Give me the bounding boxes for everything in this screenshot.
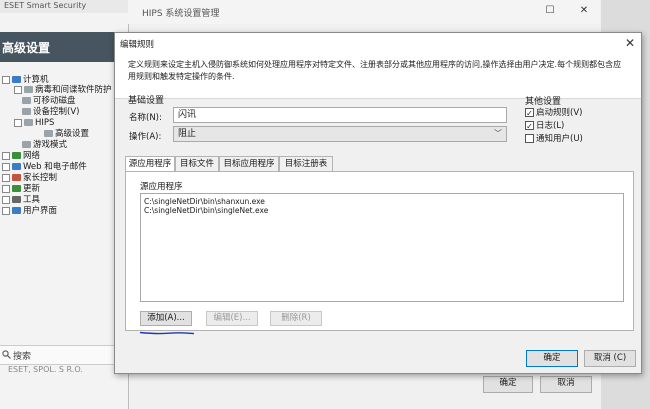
name-label: 名称(N):: [129, 113, 162, 123]
expand-toggle-icon[interactable]: [2, 206, 10, 215]
tree-item-label: 工具: [23, 195, 41, 205]
cancel-button[interactable]: 取消 (C): [584, 350, 636, 367]
log-label: 日志(L): [536, 121, 565, 131]
tab-panel: 源应用程序 C:\singleNetDir\bin\shanxun.exe C:…: [125, 171, 634, 331]
expand-toggle-icon[interactable]: [2, 173, 10, 182]
action-label: 操作(A):: [129, 132, 162, 142]
edit-rule-title: 编辑规则: [120, 40, 155, 50]
checkbox-enable-rule[interactable]: ✓: [525, 108, 534, 118]
eset-header: 高级设置: [0, 32, 132, 62]
checkbox-log[interactable]: ✓: [525, 121, 534, 131]
notify-user-checkbox[interactable]: 通知用户(U): [525, 132, 583, 144]
tree-item-label: 游戏模式: [33, 140, 68, 150]
web-icon: [12, 163, 21, 170]
expand-toggle-icon[interactable]: [2, 162, 10, 171]
enable-rule-label: 启动规则(V): [536, 108, 583, 118]
tree-item-label: 可移动磁盘: [33, 96, 76, 106]
device-icon: [22, 108, 31, 115]
enable-rule-checkbox[interactable]: ✓ 启动规则(V): [525, 106, 582, 118]
action-select-value: 阻止: [178, 129, 197, 139]
search-icon: [2, 350, 11, 359]
search-box[interactable]: 搜索: [0, 345, 118, 365]
eset-footer: ESET, SPOL. S R.O.: [0, 364, 120, 376]
expand-toggle-icon[interactable]: [14, 118, 22, 127]
source-app-group-label: 源应用程序: [140, 182, 183, 192]
edit-button[interactable]: 编辑(E)...: [206, 311, 258, 326]
shield-icon: [24, 86, 33, 93]
delete-button[interactable]: 删除(R): [270, 311, 322, 326]
log-checkbox[interactable]: ✓ 日志(L): [525, 119, 564, 131]
chevron-down-icon: ﹀: [494, 129, 502, 138]
checkbox-notify-user[interactable]: [525, 134, 534, 143]
tab-target-applications[interactable]: 目标应用程序: [219, 156, 279, 171]
disk-icon: [22, 97, 31, 104]
tree-item-label: HIPS: [35, 118, 55, 128]
expand-toggle-icon[interactable]: [2, 75, 10, 84]
update-icon: [12, 185, 21, 192]
close-icon[interactable]: ✕: [625, 36, 635, 50]
close-icon[interactable]: ✕: [578, 5, 590, 17]
tree-item-label: 用户界面: [23, 206, 58, 216]
tree-item-label: 网络: [23, 151, 41, 161]
expand-toggle-icon[interactable]: [2, 184, 10, 193]
hips-window-title: HIPS 系统设置管理: [142, 9, 220, 19]
hips-ok-button[interactable]: 确定: [483, 376, 533, 393]
eset-header-title: 高级设置: [2, 41, 51, 55]
ui-icon: [12, 207, 21, 214]
edit-rule-titlebar: 编辑规则 ✕: [115, 33, 641, 53]
list-item[interactable]: C:\singleNetDir\bin\shanxun.exe: [144, 197, 265, 206]
tree-item[interactable]: 用户界面: [2, 205, 57, 217]
eset-titlebar: ESET Smart Security: [0, 0, 132, 13]
tree-item-label: 高级设置: [55, 129, 90, 139]
pen-underline-annotation: [139, 331, 195, 335]
hips-cancel-button[interactable]: 取消: [540, 376, 592, 393]
name-field[interactable]: 闪讯: [173, 107, 507, 123]
settings-icon: [44, 130, 53, 137]
tree-item-label: 家长控制: [23, 173, 58, 183]
expand-toggle-icon[interactable]: [2, 195, 10, 204]
tools-icon: [12, 196, 21, 203]
tree-item-label: 设备控制(V): [33, 107, 80, 117]
source-app-list[interactable]: C:\singleNetDir\bin\shanxun.exe C:\singl…: [140, 193, 624, 302]
add-button[interactable]: 添加(A)...: [140, 311, 192, 326]
network-icon: [12, 152, 21, 159]
tree-item-label: Web 和电子邮件: [23, 162, 87, 172]
game-icon: [22, 141, 31, 148]
tab-target-files[interactable]: 目标文件: [175, 156, 219, 171]
computer-icon: [12, 76, 21, 83]
description-area: 定义规则来设定主机入侵防御系统如何处理应用程序对特定文件、注册表部分或其他应用程…: [115, 53, 641, 99]
hips-titlebar: HIPS 系统设置管理 ☐ ✕: [128, 0, 600, 24]
eset-window-title: ESET Smart Security: [4, 1, 87, 10]
list-item[interactable]: C:\singleNetDir\bin\singleNet.exe: [144, 206, 268, 215]
ok-button[interactable]: 确定: [526, 350, 578, 367]
action-select[interactable]: 阻止 ﹀: [173, 126, 507, 142]
tree-item-label: 更新: [23, 184, 41, 194]
expand-toggle-icon[interactable]: [14, 85, 22, 94]
expand-toggle-icon[interactable]: [2, 151, 10, 160]
search-input[interactable]: 搜索: [13, 349, 31, 362]
eset-footer-text: ESET, SPOL. S R.O.: [8, 365, 83, 374]
tree-item-label: 病毒和间谍软件防护: [35, 85, 112, 95]
parental-icon: [12, 174, 21, 181]
rule-description: 定义规则来设定主机入侵防御系统如何处理应用程序对特定文件、注册表部分或其他应用程…: [128, 60, 622, 81]
tab-target-registry[interactable]: 目标注册表: [279, 156, 333, 171]
edit-rule-dialog: 编辑规则 ✕ 定义规则来设定主机入侵防御系统如何处理应用程序对特定文件、注册表部…: [114, 32, 642, 374]
maximize-icon[interactable]: ☐: [544, 5, 556, 17]
tab-source-application[interactable]: 源应用程序: [125, 156, 175, 172]
hips-icon: [24, 119, 33, 126]
notify-user-label: 通知用户(U): [536, 134, 583, 144]
basic-settings-label: 基础设置: [128, 96, 165, 106]
